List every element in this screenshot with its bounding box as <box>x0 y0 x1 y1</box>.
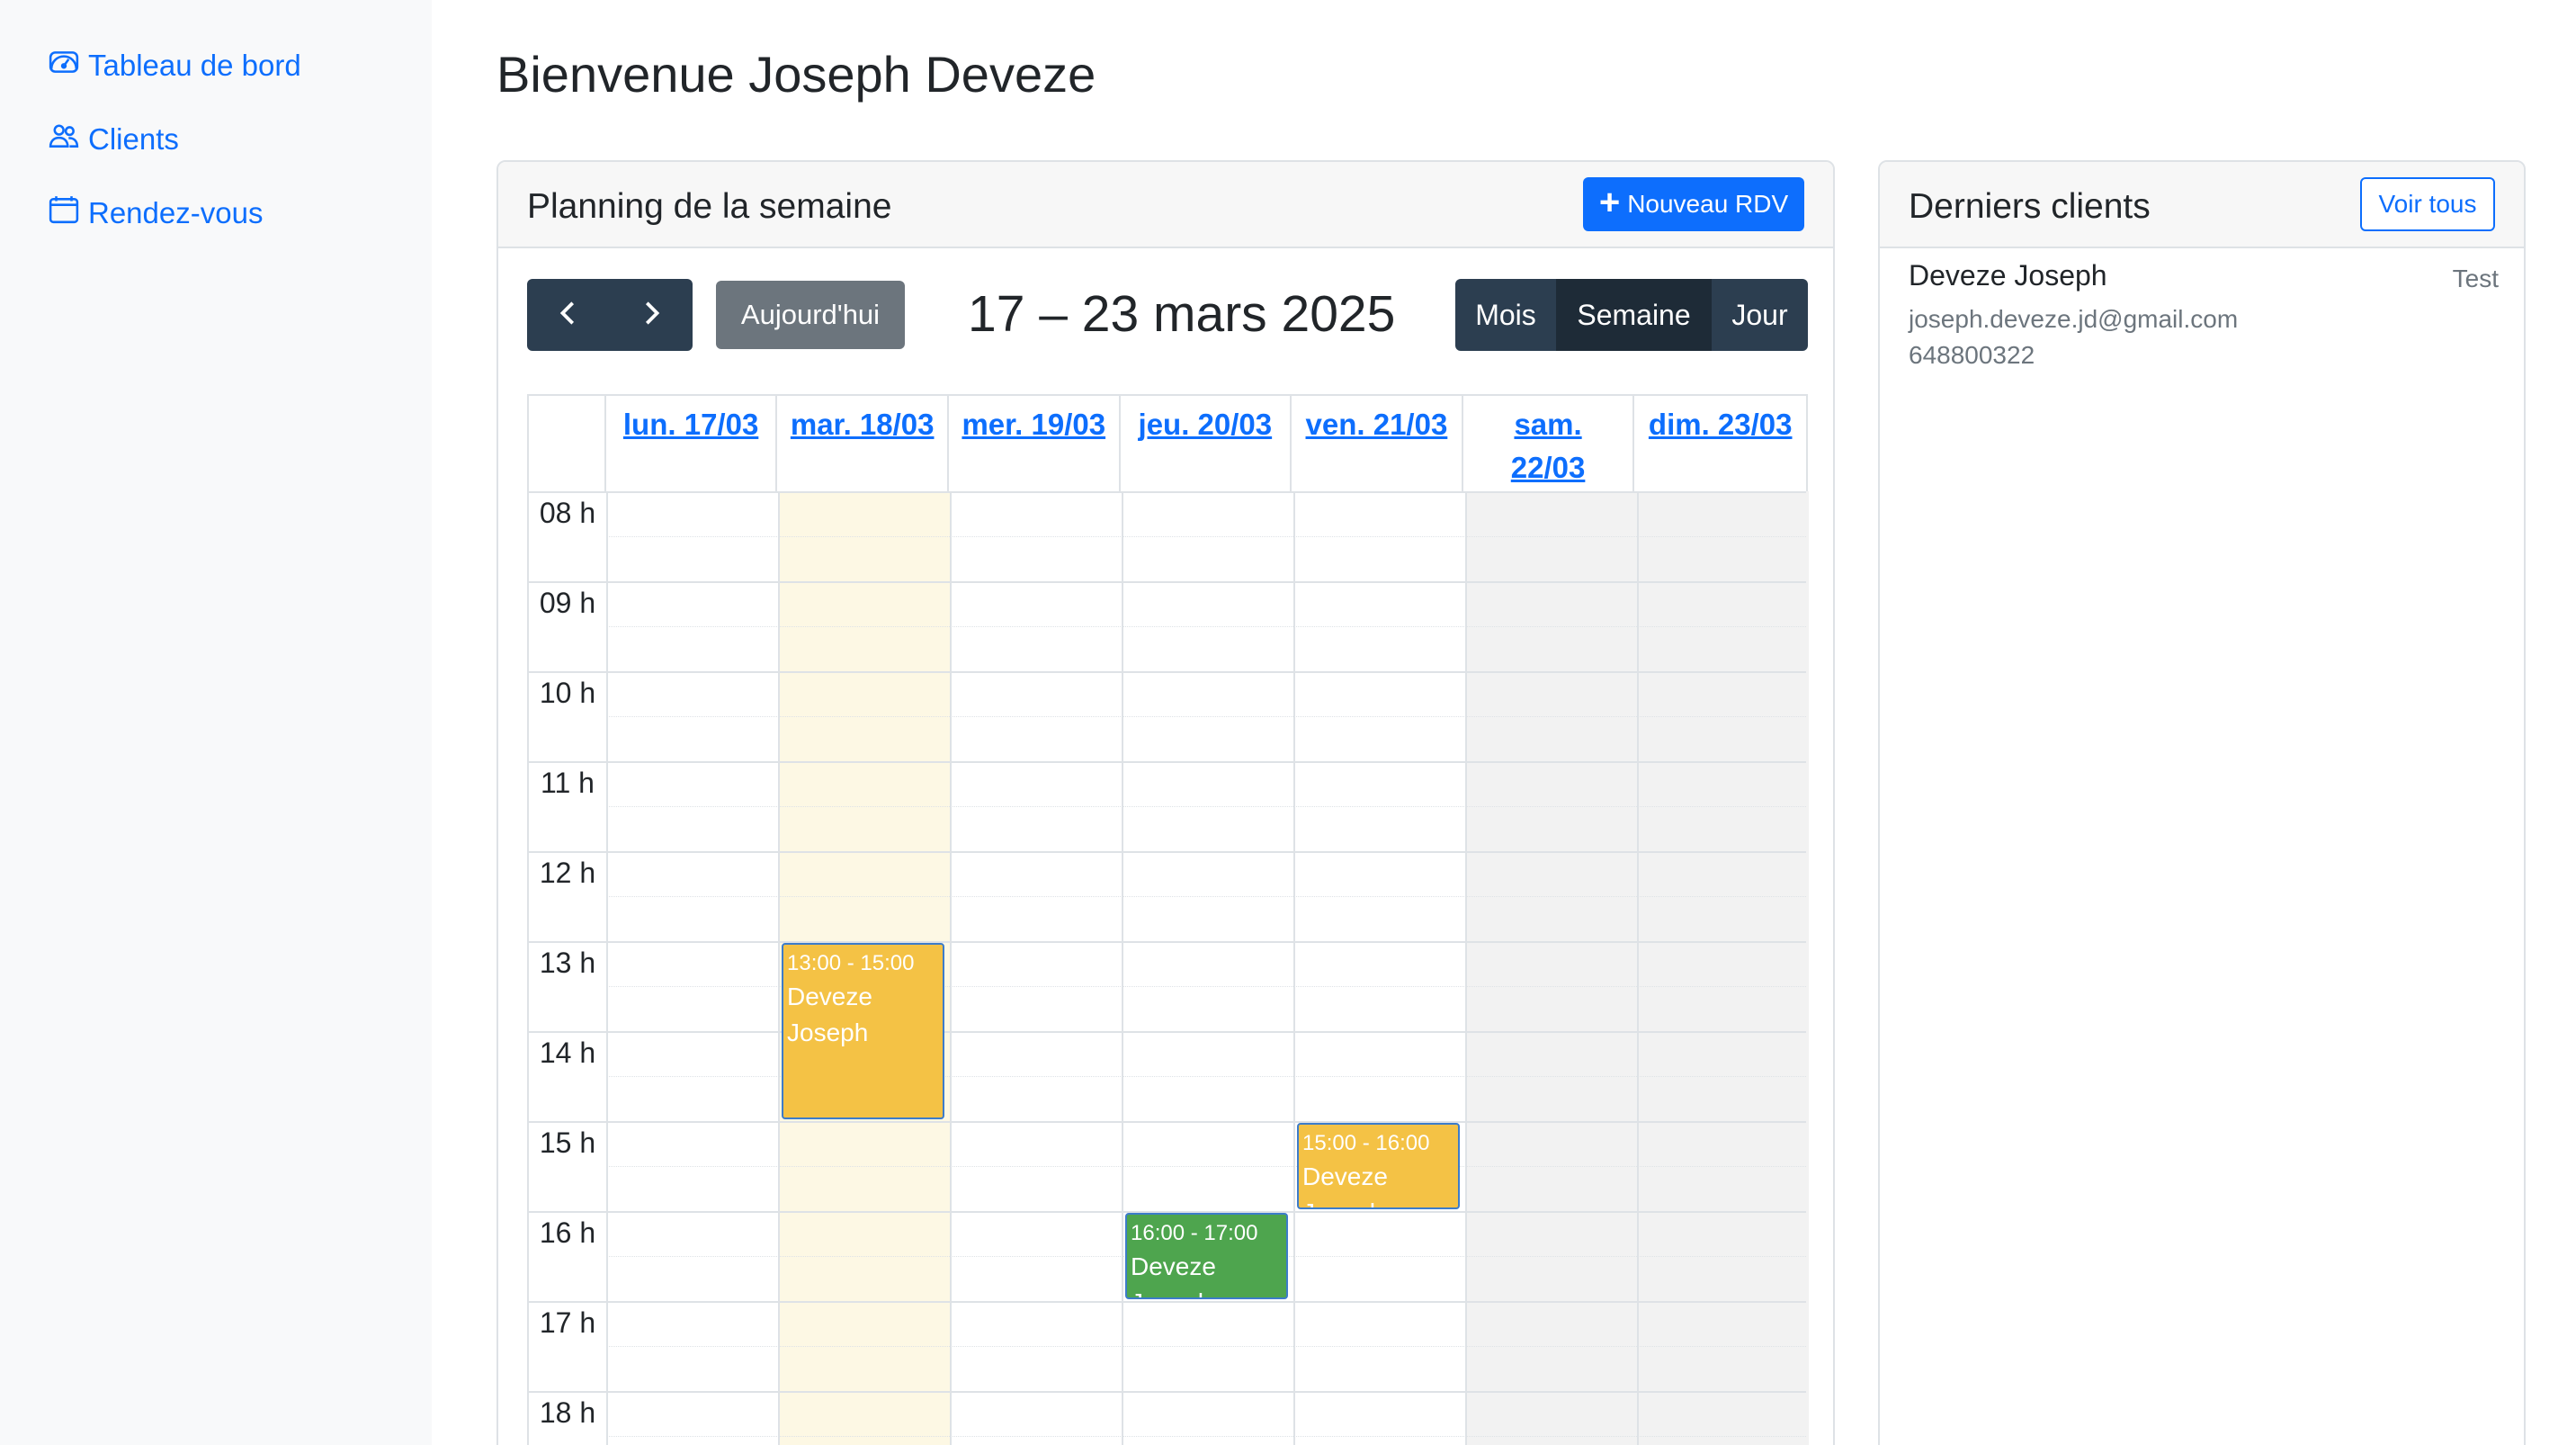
half-hour-gridline <box>606 626 1806 627</box>
view-all-clients-button[interactable]: Voir tous <box>2360 177 2495 231</box>
day-column-divider <box>1122 491 1123 1445</box>
planning-card: Planning de la semaine + Nouveau RDV Auj… <box>496 160 1835 1445</box>
event-time: 15:00 - 16:00 <box>1302 1131 1430 1155</box>
day-column-divider <box>606 491 608 1445</box>
half-hour-gridline <box>606 716 1806 717</box>
hour-label: 09 h <box>539 587 596 619</box>
new-appointment-label: Nouveau RDV <box>1627 190 1789 218</box>
hour-gridline <box>529 851 1806 853</box>
event-time: 16:00 - 17:00 <box>1131 1221 1258 1245</box>
users-icon <box>49 121 79 158</box>
day-header-fri[interactable]: ven. 21/03 <box>1292 396 1463 491</box>
client-email: joseph.deveze.jd@gmail.com <box>1909 305 2239 333</box>
view-week-button[interactable]: Semaine <box>1556 279 1711 351</box>
calendar-event[interactable]: 13:00 - 15:00 Deveze Joseph <box>782 943 944 1119</box>
hour-gridline <box>529 581 1806 583</box>
sidebar-item-rendez-vous[interactable]: Rendez-vous <box>49 194 263 232</box>
hour-label: 15 h <box>539 1126 596 1159</box>
day-column-divider <box>778 491 780 1445</box>
day-column-divider <box>1637 491 1639 1445</box>
client-name: Deveze Joseph <box>1909 259 2107 292</box>
hour-gridline <box>529 1031 1806 1033</box>
new-appointment-button[interactable]: + Nouveau RDV <box>1583 177 1804 231</box>
planning-title: Planning de la semaine <box>527 187 892 226</box>
day-header-wed[interactable]: mer. 19/03 <box>949 396 1121 491</box>
calendar-icon <box>49 194 79 232</box>
day-header-sat[interactable]: sam. 22/03 <box>1463 396 1635 491</box>
hour-gridline <box>529 941 1806 943</box>
hour-gridline <box>529 491 1806 493</box>
event-time: 13:00 - 15:00 <box>787 951 915 975</box>
sidebar-item-label: Rendez-vous <box>88 196 264 229</box>
half-hour-gridline <box>606 896 1806 897</box>
sidebar-item-label: Tableau de bord <box>88 49 301 82</box>
hour-label: 12 h <box>539 857 596 889</box>
day-column-divider <box>1465 491 1467 1445</box>
week-calendar: lun. 17/03 mar. 18/03 mer. 19/03 jeu. 20… <box>527 394 1809 1445</box>
half-hour-gridline <box>606 1436 1806 1437</box>
calendar-nav-group <box>527 279 693 351</box>
chevron-left-icon <box>555 300 582 331</box>
hour-label: 08 h <box>539 497 596 529</box>
hour-label: 18 h <box>539 1396 596 1429</box>
half-hour-gridline <box>606 1346 1806 1347</box>
hour-gridline <box>529 671 1806 673</box>
clients-title: Derniers clients <box>1909 187 2151 226</box>
plus-icon: + <box>1598 183 1621 222</box>
day-column-divider <box>950 491 952 1445</box>
day-header-tue[interactable]: mar. 18/03 <box>777 396 949 491</box>
sidebar-item-label: Clients <box>88 122 179 156</box>
previous-week-button[interactable] <box>527 279 610 351</box>
view-switcher: Mois Semaine Jour <box>1455 279 1808 351</box>
sidebar: Tableau de bord Clients Rendez-vous <box>0 0 432 1445</box>
calendar-event[interactable]: 16:00 - 17:00 Deveze Joseph <box>1125 1213 1288 1299</box>
calendar-time-grid[interactable]: 08 h 09 h 10 h 11 h 12 h 13 h 14 h 15 h 16 h 17 h… <box>527 491 1809 1445</box>
hour-gridline <box>529 761 1806 763</box>
planning-card-header: Planning de la semaine + Nouveau RDV <box>498 162 1833 248</box>
hour-gridline <box>529 1121 1806 1123</box>
day-header-sun[interactable]: dim. 23/03 <box>1634 396 1806 491</box>
next-week-button[interactable] <box>610 279 693 351</box>
hour-label: 11 h <box>541 767 595 799</box>
hour-gridline <box>529 1301 1806 1303</box>
event-title: Deveze Joseph <box>1302 1162 1388 1207</box>
date-range-title: 17 – 23 mars 2025 <box>968 285 1396 343</box>
page-title: Bienvenue Joseph Deveze <box>496 46 1096 103</box>
calendar-event[interactable]: 15:00 - 16:00 Deveze Joseph <box>1297 1123 1460 1209</box>
calendar-toolbar: Aujourd'hui 17 – 23 mars 2025 Mois Semai… <box>527 279 1808 351</box>
half-hour-gridline <box>606 806 1806 807</box>
time-gutter-header <box>529 396 606 491</box>
hour-gridline <box>529 1391 1806 1393</box>
dashboard-icon <box>49 47 79 85</box>
event-title: Deveze Joseph <box>787 983 872 1046</box>
event-title: Deveze Joseph <box>1131 1252 1216 1297</box>
day-header-mon[interactable]: lun. 17/03 <box>606 396 778 491</box>
half-hour-gridline <box>606 1166 1806 1167</box>
view-month-button[interactable]: Mois <box>1455 279 1556 351</box>
day-header-thu[interactable]: jeu. 20/03 <box>1121 396 1292 491</box>
clients-card-header: Derniers clients Voir tous <box>1880 162 2524 248</box>
sidebar-item-dashboard[interactable]: Tableau de bord <box>49 47 301 85</box>
hour-label: 14 h <box>539 1037 596 1069</box>
client-tag: Test <box>2452 265 2499 292</box>
chevron-right-icon <box>638 300 665 331</box>
calendar-day-headers: lun. 17/03 mar. 18/03 mer. 19/03 jeu. 20… <box>527 394 1808 491</box>
sidebar-item-clients[interactable]: Clients <box>49 121 179 158</box>
hour-label: 13 h <box>539 947 596 979</box>
hour-label: 16 h <box>539 1216 596 1249</box>
today-button[interactable]: Aujourd'hui <box>716 281 905 349</box>
view-day-button[interactable]: Jour <box>1711 279 1808 351</box>
half-hour-gridline <box>606 536 1806 537</box>
hour-label: 17 h <box>539 1306 596 1339</box>
recent-clients-card: Derniers clients Voir tous Deveze Joseph… <box>1878 160 2526 1445</box>
client-phone: 648800322 <box>1909 341 2035 369</box>
day-column-divider <box>1293 491 1295 1445</box>
hour-label: 10 h <box>539 677 596 709</box>
list-item[interactable]: Deveze Joseph Test joseph.deveze.jd@gmai… <box>1909 259 2499 370</box>
